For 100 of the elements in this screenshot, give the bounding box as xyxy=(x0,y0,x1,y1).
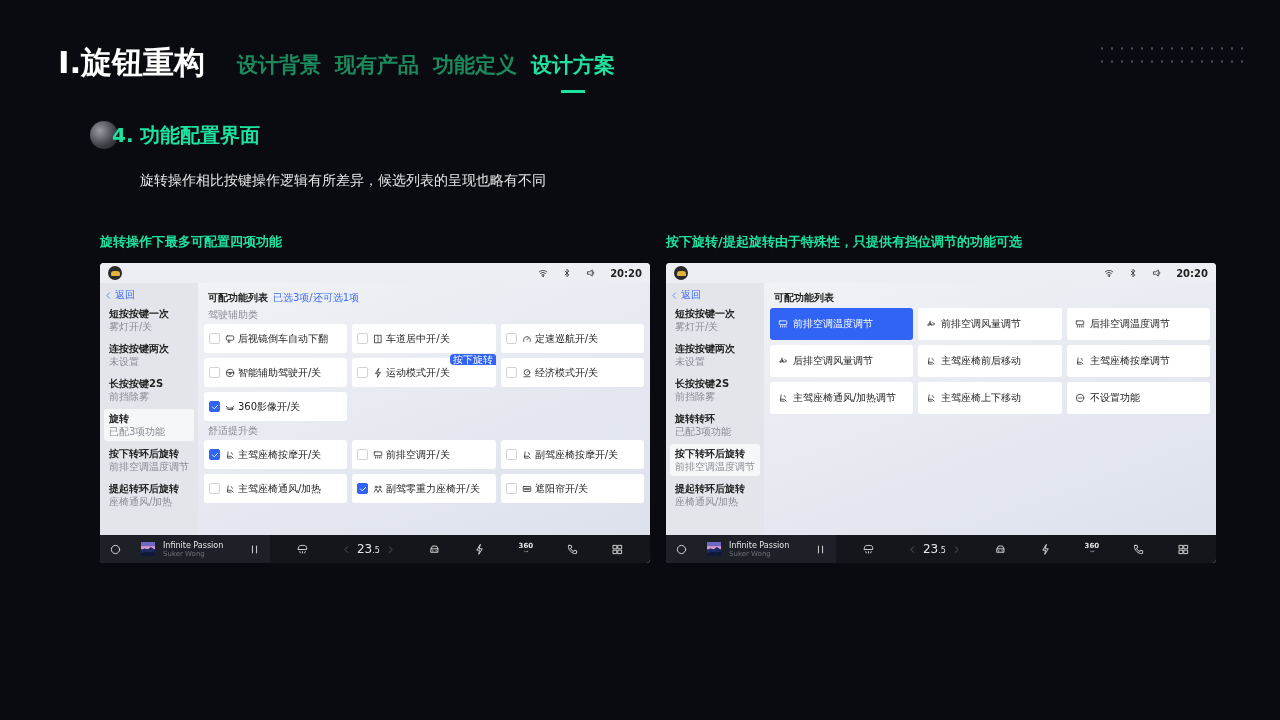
sidebar-item[interactable]: 短按按键一次 雾灯开/关 xyxy=(670,304,760,336)
card-label: 智能辅助驾驶开/关 xyxy=(238,365,322,380)
card-label: 前排空调开/关 xyxy=(386,447,450,462)
card-label: 运动模式开/关 xyxy=(386,365,450,380)
lightning-icon[interactable] xyxy=(1039,543,1051,555)
card-label: 副驾零重力座椅开/关 xyxy=(386,481,480,496)
steering-wheel-icon xyxy=(225,367,235,378)
function-option[interactable]: 后排空调风量调节 xyxy=(770,345,914,377)
sidebar-item[interactable]: 旋转 已配3项功能 xyxy=(104,409,194,441)
sidebar-item[interactable]: 按下转环后旋转 前排空调温度调节 xyxy=(104,444,194,476)
function-card[interactable]: 副驾座椅按摩开/关 xyxy=(500,440,644,469)
function-card[interactable]: 车道居中开/关 xyxy=(352,324,496,353)
card-label: 主驾座椅通风/加热调节 xyxy=(793,391,897,405)
function-card[interactable]: 360影像开/关 xyxy=(204,392,348,421)
function-option[interactable]: 后排空调温度调节 xyxy=(1066,308,1210,340)
function-card[interactable]: 经济模式开/关 xyxy=(500,358,644,387)
sidebar-item[interactable]: 提起转环后旋转 座椅通风/加热 xyxy=(670,479,760,511)
card-label: 副驾座椅按摩开/关 xyxy=(534,447,619,462)
home-icon[interactable] xyxy=(676,543,687,555)
lightning-icon[interactable] xyxy=(473,543,485,555)
checkbox[interactable] xyxy=(209,449,220,460)
function-card[interactable]: 智能辅助驾驶开/关 xyxy=(204,358,348,387)
card-label: 主驾座椅前后移动 xyxy=(941,354,1022,368)
function-card[interactable]: 定速巡航开/关 xyxy=(500,324,644,353)
clock-time: 20:20 xyxy=(610,267,642,279)
defrost-icon[interactable] xyxy=(296,543,308,555)
function-card[interactable]: 前排空调开/关 xyxy=(352,440,496,469)
card-label: 主驾座椅按摩开/关 xyxy=(238,447,322,462)
gauge-icon xyxy=(521,367,532,378)
car-icon[interactable] xyxy=(428,543,440,555)
function-card[interactable]: 副驾零重力座椅开/关 xyxy=(352,474,496,503)
lane-icon xyxy=(373,333,384,344)
seat-icon xyxy=(1074,356,1085,366)
seat-icon xyxy=(778,393,788,403)
phone-icon[interactable] xyxy=(1133,543,1145,555)
sidebar-item[interactable]: 按下转环后旋转 前排空调温度调节 xyxy=(670,444,760,476)
function-option[interactable]: 主驾座椅前后移动 xyxy=(918,345,1062,377)
apps-icon[interactable] xyxy=(1178,543,1190,555)
back-link[interactable]: 返回 xyxy=(104,289,135,301)
group-label: 驾驶辅助类 xyxy=(208,309,259,321)
sidebar-item[interactable]: 长按按键2S 前挡除雾 xyxy=(104,374,194,406)
sidebar-item[interactable]: 旋转转环 已配3项功能 xyxy=(670,409,760,441)
function-option[interactable]: 不设置功能 xyxy=(1066,382,1210,414)
function-card[interactable]: 后视镜倒车自动下翻 xyxy=(204,324,348,353)
caption: 旋转操作下最多可配置四项功能 xyxy=(100,234,283,250)
card-label: 主驾座椅按摩调节 xyxy=(1089,354,1170,368)
card-label: 遮阳帘开/关 xyxy=(534,481,589,496)
pause-icon[interactable] xyxy=(249,543,260,555)
seat-icon xyxy=(521,449,532,460)
checkbox[interactable] xyxy=(357,483,369,494)
function-card[interactable]: 主驾座椅通风/加热 xyxy=(204,474,348,503)
card-label: 主驾座椅上下移动 xyxy=(941,391,1022,405)
seat-icon xyxy=(926,356,937,366)
function-option[interactable]: 主驾座椅按摩调节 xyxy=(1066,345,1210,377)
function-card[interactable]: 遮阳帘开/关 xyxy=(500,474,644,503)
seat-icon xyxy=(926,393,937,403)
track-title: Infinite Passion xyxy=(163,540,225,550)
seat-icon xyxy=(225,483,235,494)
nav-tab[interactable]: 设计背景 xyxy=(237,51,322,93)
function-option[interactable]: 主驾座椅通风/加热调节 xyxy=(770,382,914,414)
function-card[interactable]: 主驾座椅按摩开/关 xyxy=(204,440,348,469)
seat-icon xyxy=(225,449,235,460)
check-icon xyxy=(358,484,367,493)
back-icon xyxy=(104,290,113,300)
function-option[interactable]: 主驾座椅上下移动 xyxy=(918,382,1062,414)
nav-tab[interactable]: 设计方案 xyxy=(531,51,616,93)
lightning-icon xyxy=(373,367,384,378)
card-label: 经济模式开/关 xyxy=(534,365,599,380)
nav-tab[interactable]: 功能定义 xyxy=(433,51,518,93)
function-option[interactable]: 前排空调风量调节 xyxy=(918,308,1062,340)
group-label: 舒适提升类 xyxy=(208,425,259,437)
card-label: 定速巡航开/关 xyxy=(534,331,599,346)
sidebar-item[interactable]: 连按按键两次 未设置 xyxy=(670,339,760,371)
phone-icon[interactable] xyxy=(567,543,579,555)
sidebar-item[interactable]: 长按按键2S 前挡除雾 xyxy=(670,374,760,406)
sidebar-item[interactable]: 提起转环后旋转 座椅通风/加热 xyxy=(104,479,194,511)
back-link[interactable]: 返回 xyxy=(670,289,701,301)
card-label: 后排空调温度调节 xyxy=(1089,317,1170,331)
air-vent-icon xyxy=(373,449,384,460)
card-label: 后排空调风量调节 xyxy=(793,354,873,368)
sidebar-item[interactable]: 短按按键一次 雾灯开/关 xyxy=(104,304,194,336)
sidebar-item[interactable]: 连按按键两次 未设置 xyxy=(104,339,194,371)
card-label: 不设置功能 xyxy=(1089,391,1140,405)
defrost-icon[interactable] xyxy=(862,543,874,555)
card-label: 车道居中开/关 xyxy=(386,331,450,346)
pause-icon[interactable] xyxy=(815,543,826,555)
nav-tab[interactable]: 现有产品 xyxy=(335,51,420,93)
apps-icon[interactable] xyxy=(612,543,624,555)
slide-title: I.旋钮重构 xyxy=(58,43,206,82)
function-option[interactable]: 前排空调温度调节 xyxy=(770,308,914,340)
logo-icon xyxy=(674,266,688,280)
section-title: 4. 功能配置界面 xyxy=(112,121,261,149)
selection-hint: 已选3项/还可选1项 xyxy=(273,291,360,305)
card-label: 前排空调温度调节 xyxy=(793,317,873,331)
card-label: 主驾座椅通风/加热 xyxy=(238,481,322,496)
checkbox[interactable] xyxy=(209,401,220,412)
speedometer-icon xyxy=(521,333,532,344)
home-icon[interactable] xyxy=(110,543,121,555)
card-label: 360影像开/关 xyxy=(238,399,301,414)
car-icon[interactable] xyxy=(994,543,1006,555)
